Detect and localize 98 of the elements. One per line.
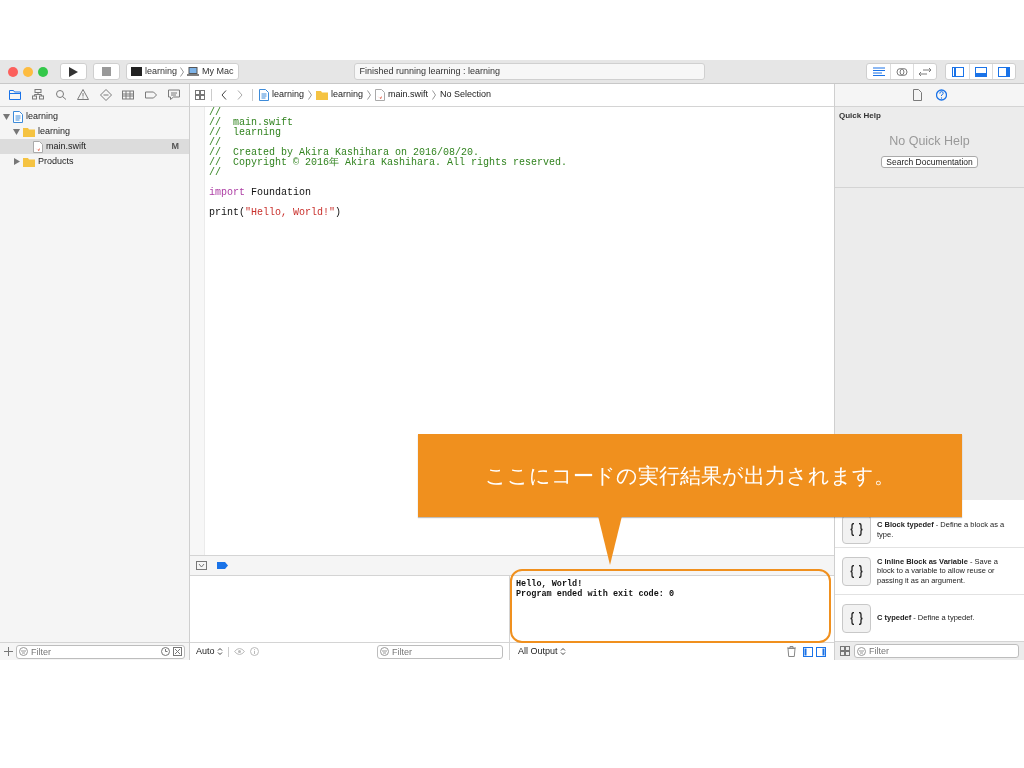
- tree-row[interactable]: learning: [0, 124, 189, 139]
- hierarchy-icon: [31, 89, 44, 101]
- related-items-icon[interactable]: [195, 90, 205, 100]
- tree-row[interactable]: learning: [0, 109, 189, 124]
- code-line: import Foundation: [209, 188, 313, 198]
- stop-icon: [102, 67, 111, 76]
- view-toggle-control[interactable]: [945, 63, 1016, 80]
- filter-field[interactable]: Filter: [854, 644, 1019, 658]
- run-button[interactable]: [60, 63, 87, 80]
- breadcrumb-item[interactable]: No Selection: [440, 88, 492, 102]
- console-view-toggle-icon[interactable]: [816, 646, 826, 657]
- search-documentation-button[interactable]: Search Documentation: [881, 155, 978, 168]
- breadcrumb-chevron-icon: [308, 90, 313, 100]
- breadcrumb-chevron-icon: [367, 90, 372, 100]
- grid-icon: [122, 89, 135, 101]
- code-line: // Copyright © 2016年 Akira Kashihara. All rights reserved.: [209, 158, 568, 168]
- chevron-updown-icon: [559, 647, 566, 656]
- code-line: // Created by Akira Kashihara on 2016/08/20.: [209, 148, 480, 158]
- breadcrumb-item[interactable]: learning: [331, 88, 364, 102]
- filter-icon: [19, 647, 28, 656]
- diamond-icon: [99, 89, 112, 101]
- code-line: print("Hello, World!"): [209, 208, 343, 218]
- file-name: Products: [38, 154, 75, 168]
- braces-icon: [850, 564, 863, 578]
- speech-bubble-icon: [167, 89, 180, 101]
- stop-button[interactable]: [93, 63, 120, 80]
- forward-icon[interactable]: [237, 90, 243, 100]
- panel-layout-icon: [951, 66, 964, 77]
- variables-mode-popup[interactable]: Auto: [196, 644, 223, 659]
- braces-icon: [850, 611, 863, 625]
- scheme-name[interactable]: learning: [145, 64, 178, 79]
- scheme-selector[interactable]: learning My Mac: [126, 63, 239, 80]
- file-inspector-tab[interactable]: [910, 88, 925, 102]
- help-icon: [936, 89, 947, 101]
- hide-debug-area-icon[interactable]: [196, 561, 207, 570]
- filter-field[interactable]: Filter: [377, 644, 503, 659]
- folder-icon: [9, 89, 22, 101]
- swift-file-icon: [375, 89, 386, 101]
- activity-status: Finished running learning : learning: [353, 63, 705, 80]
- breadcrumb-chevron-icon: [432, 90, 437, 100]
- overlapping-circles-icon: [896, 66, 908, 77]
- status-label: M: [171, 139, 179, 153]
- code-line: //: [209, 168, 222, 178]
- section-heading: Quick Help: [839, 110, 882, 122]
- warning-icon: [77, 89, 90, 101]
- swift-file-icon: [33, 140, 43, 153]
- output-mode-popup[interactable]: All Output: [518, 644, 566, 659]
- code-line: // main.swift: [209, 118, 294, 128]
- clock-icon[interactable]: [161, 647, 170, 656]
- folder-icon: [316, 90, 329, 100]
- selected-tree-row[interactable]: main.swift M: [0, 139, 189, 154]
- swap-arrows-icon: [919, 66, 931, 77]
- code-line: //: [209, 108, 222, 118]
- disclosure-triangle-collapsed-icon[interactable]: [13, 158, 20, 165]
- breadcrumb-chevron-icon: [180, 66, 185, 77]
- folder-icon: [23, 156, 35, 167]
- chevron-updown-icon: [216, 647, 223, 656]
- play-icon: [69, 66, 78, 77]
- add-icon[interactable]: [4, 647, 13, 656]
- empty-message: No Quick Help: [888, 133, 971, 150]
- breakpoints-toggle-icon[interactable]: [217, 562, 228, 569]
- code-line: //: [209, 138, 222, 148]
- panel-layout-icon: [975, 66, 987, 77]
- tag-icon: [145, 89, 158, 101]
- close-button[interactable]: [8, 66, 18, 77]
- lines-icon: [872, 66, 885, 77]
- destination-name[interactable]: My Mac: [202, 64, 234, 79]
- document-icon: [259, 89, 269, 101]
- disclosure-triangle-expanded-icon[interactable]: [3, 113, 10, 120]
- quick-help-tab[interactable]: [934, 88, 949, 102]
- console-output-line: Hello, World!: [516, 579, 584, 589]
- variables-view-toggle-icon[interactable]: [803, 646, 813, 657]
- scope-icon[interactable]: [173, 647, 182, 656]
- braces-icon: [850, 523, 863, 536]
- breadcrumb-item[interactable]: learning: [272, 88, 305, 102]
- laptop-icon: [187, 67, 200, 76]
- tree-row[interactable]: Products: [0, 154, 189, 169]
- grid-view-icon[interactable]: [840, 646, 850, 656]
- editor-mode-control[interactable]: [866, 63, 937, 80]
- search-icon: [54, 89, 67, 101]
- terminal-icon: [131, 67, 142, 76]
- trash-icon[interactable]: [787, 646, 796, 657]
- back-icon[interactable]: [221, 90, 227, 100]
- callout-text: ここにコードの実行結果が出力されます。: [485, 462, 895, 489]
- filter-icon: [857, 646, 866, 656]
- filter-icon: [380, 647, 389, 656]
- folder-icon: [23, 126, 35, 137]
- console-output-line: Program ended with exit code: 0: [516, 589, 676, 599]
- document-icon: [912, 89, 923, 101]
- code-line: // learning: [209, 128, 282, 138]
- file-name: learning: [38, 124, 72, 138]
- filter-field[interactable]: Filter: [16, 644, 185, 659]
- file-name: main.swift: [46, 139, 87, 153]
- disclosure-triangle-expanded-icon[interactable]: [13, 128, 20, 135]
- file-name: learning: [26, 109, 60, 123]
- breadcrumb-item[interactable]: main.swift: [388, 88, 429, 102]
- panel-layout-icon: [998, 66, 1010, 77]
- document-icon: [13, 110, 23, 123]
